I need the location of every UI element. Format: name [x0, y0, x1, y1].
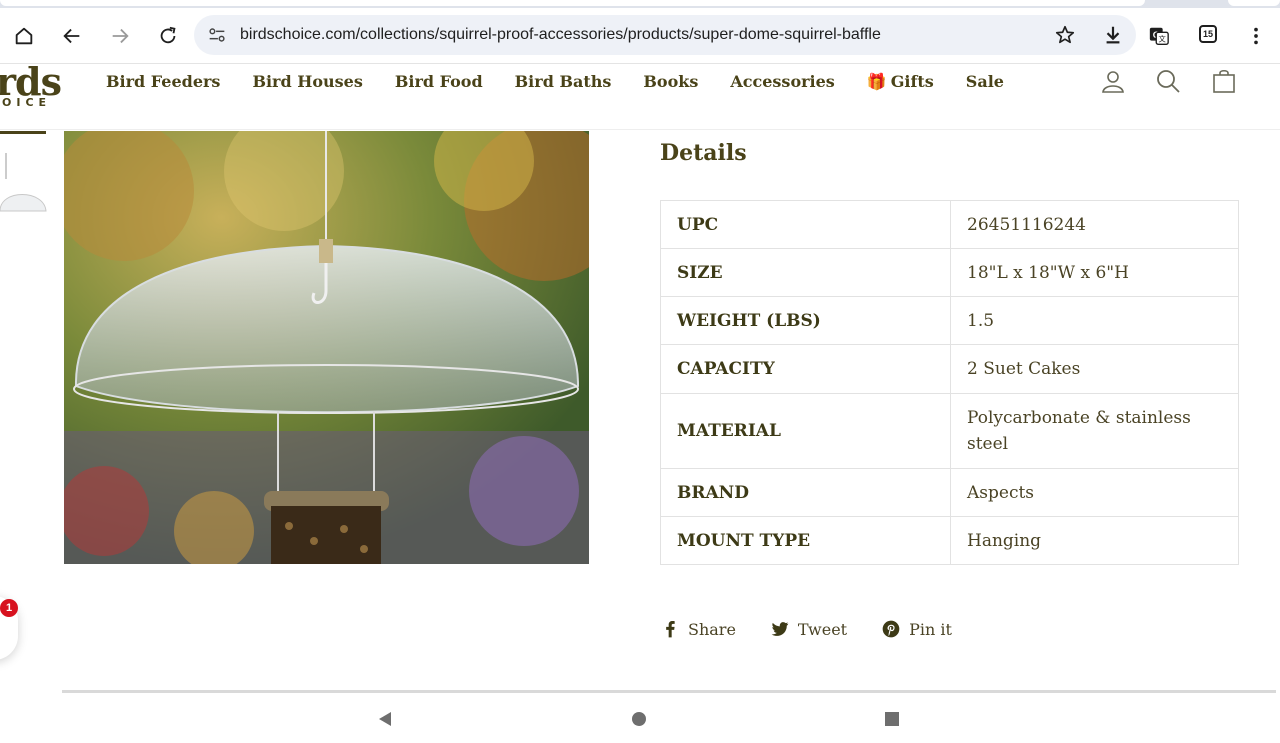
reload-icon	[160, 26, 176, 44]
details-heading: Details	[660, 140, 747, 166]
system-back-icon[interactable]	[376, 710, 394, 728]
search-icon[interactable]	[1155, 68, 1181, 94]
chat-notification-badge: 1	[0, 599, 18, 617]
spec-key: MATERIAL	[660, 393, 951, 469]
more-vert-icon	[1254, 27, 1258, 45]
nav-gifts[interactable]: 🎁 Gifts	[867, 72, 934, 92]
browser-toolbar: birdschoice.com/collections/squirrel-pro…	[0, 8, 1280, 64]
logo-subtext: OICE	[2, 96, 52, 109]
forward-button[interactable]	[104, 20, 136, 52]
table-row: WEIGHT (LBS) 1.5	[660, 296, 1239, 345]
table-row: MATERIAL Polycarbonate & stainless steel	[660, 393, 1239, 469]
nav-bird-food[interactable]: Bird Food	[395, 72, 483, 92]
share-pinterest-button[interactable]: Pin it	[881, 619, 952, 639]
spec-key: MOUNT TYPE	[660, 516, 951, 565]
translate-icon: G文	[1149, 27, 1169, 45]
account-icon[interactable]	[1100, 68, 1126, 94]
arrow-left-icon	[63, 28, 80, 44]
reload-button[interactable]	[152, 20, 184, 52]
url-text[interactable]: birdschoice.com/collections/squirrel-pro…	[240, 15, 881, 55]
arrow-right-icon	[112, 28, 129, 44]
details-table: UPC 26451116244 SIZE 18"L x 18"W x 6"H W…	[660, 200, 1239, 565]
menu-button[interactable]	[1240, 20, 1272, 52]
spec-value: 26451116244	[950, 200, 1239, 249]
main-nav: Bird Feeders Bird Houses Bird Food Bird …	[106, 72, 1036, 92]
gift-icon: 🎁	[866, 72, 887, 91]
nav-accessories[interactable]: Accessories	[730, 72, 834, 92]
table-row: MOUNT TYPE Hanging	[660, 516, 1239, 565]
pinterest-icon	[882, 620, 900, 638]
spec-value: 18"L x 18"W x 6"H	[950, 248, 1239, 297]
social-share: Share Tweet Pin it	[660, 619, 986, 639]
site-settings-icon[interactable]	[206, 24, 228, 46]
tab-edge[interactable]	[1228, 0, 1280, 6]
tab-switcher-button[interactable]: 15	[1199, 25, 1217, 43]
nav-sale[interactable]: Sale	[966, 72, 1004, 92]
share-twitter-label: Tweet	[797, 619, 848, 639]
nav-bird-feeders[interactable]: Bird Feeders	[106, 72, 220, 92]
back-button[interactable]	[56, 20, 88, 52]
spec-value: Polycarbonate & stainless steel	[950, 393, 1239, 469]
nav-books[interactable]: Books	[643, 72, 698, 92]
download-icon[interactable]	[1102, 24, 1124, 46]
nav-gifts-label: Gifts	[890, 72, 934, 91]
nav-bird-baths[interactable]: Bird Baths	[515, 72, 612, 92]
cart-icon[interactable]	[1211, 68, 1237, 94]
translate-button[interactable]: G文	[1143, 20, 1175, 52]
tab-strip	[0, 0, 1280, 8]
share-facebook-button[interactable]: Share	[660, 619, 736, 639]
table-row: CAPACITY 2 Suet Cakes	[660, 344, 1239, 394]
share-twitter-button[interactable]: Tweet	[770, 619, 847, 639]
spec-value: Aspects	[950, 468, 1239, 517]
share-pinterest-label: Pin it	[909, 619, 952, 639]
spec-key: UPC	[660, 200, 951, 249]
thumbnail-active-indicator	[0, 131, 46, 134]
facebook-icon	[666, 621, 675, 638]
site-header: rds OICE Bird Feeders Bird Houses Bird F…	[0, 59, 1280, 130]
table-row: BRAND Aspects	[660, 468, 1239, 517]
home-icon	[15, 27, 33, 45]
baffle-photo	[64, 131, 589, 564]
spec-key: BRAND	[660, 468, 951, 517]
system-recents-icon[interactable]	[883, 710, 901, 728]
spec-key: CAPACITY	[660, 344, 951, 394]
spec-value: 2 Suet Cakes	[950, 344, 1239, 394]
spec-key: SIZE	[660, 248, 951, 297]
product-thumbnail[interactable]	[0, 131, 50, 221]
table-row: SIZE 18"L x 18"W x 6"H	[660, 248, 1239, 297]
share-facebook-label: Share	[688, 619, 736, 639]
system-nav-bar	[0, 693, 1280, 743]
bookmark-star-icon[interactable]	[1054, 24, 1076, 46]
spec-value: 1.5	[950, 296, 1239, 345]
table-row: UPC 26451116244	[660, 200, 1239, 249]
twitter-icon	[771, 622, 789, 636]
svg-text:文: 文	[1159, 35, 1167, 44]
nav-bird-houses[interactable]: Bird Houses	[252, 72, 362, 92]
thumbnail-image	[0, 153, 47, 212]
spec-value: Hanging	[950, 516, 1239, 565]
system-home-icon[interactable]	[630, 710, 648, 728]
product-image[interactable]	[64, 131, 589, 564]
home-button[interactable]	[8, 20, 40, 52]
spec-key: WEIGHT (LBS)	[660, 296, 951, 345]
address-bar[interactable]: birdschoice.com/collections/squirrel-pro…	[194, 15, 1136, 55]
active-tab-edge[interactable]	[0, 0, 1145, 6]
